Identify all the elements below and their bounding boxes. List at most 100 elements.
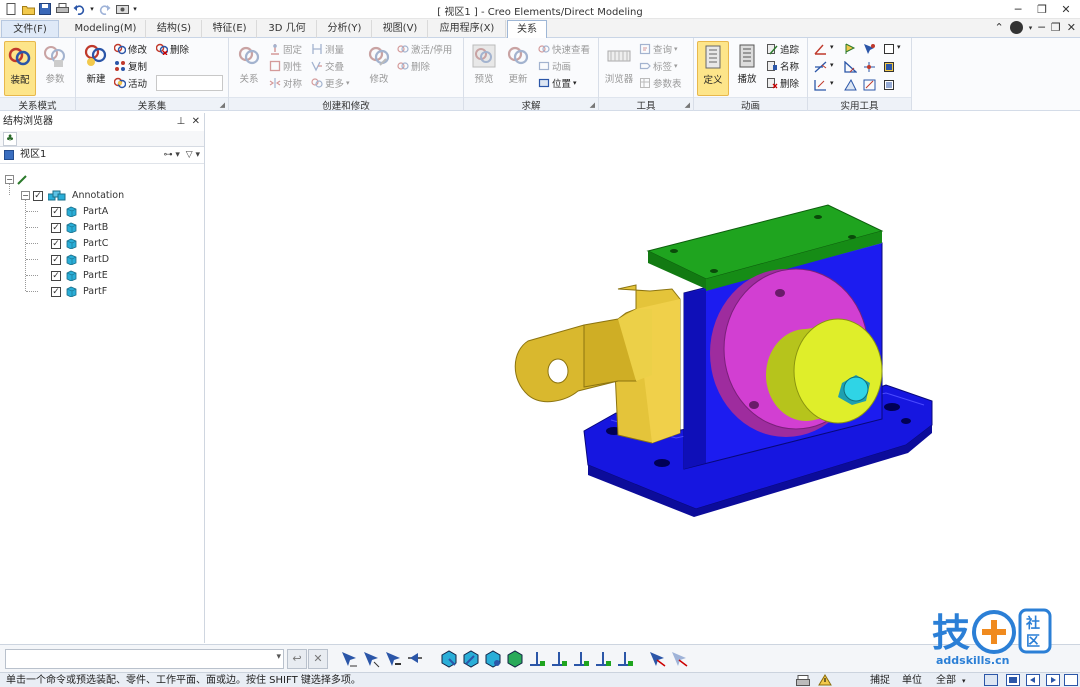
utility-calculator-icon[interactable] [883,79,895,91]
select-part-icon[interactable] [440,650,458,668]
restore-icon[interactable]: ❐ [1030,0,1054,19]
tree-node-annotation[interactable]: − ✓ Annotation [21,188,124,203]
view-icon[interactable] [984,674,998,686]
panel-close-icon[interactable]: ✕ [192,116,200,127]
clear-selection-icon[interactable] [670,650,688,668]
utility-line-dropdown-icon[interactable]: ▾ [830,61,834,69]
visibility-checkbox[interactable]: ✓ [51,254,61,265]
modify-relation-set-button[interactable]: 修改 [114,41,147,56]
select-face-icon[interactable] [362,650,380,668]
tree-node-part[interactable]: ✓ PartA [51,204,108,219]
utility-line-icon[interactable] [814,61,828,73]
select-layout-icon[interactable] [594,650,612,668]
utility-angle-dropdown-icon[interactable]: ▾ [830,43,834,51]
tab-relations[interactable]: 关系 [507,20,547,39]
utility-align-icon[interactable] [844,79,857,91]
name-button[interactable]: 名称 [766,58,799,73]
warning-icon[interactable] [818,674,832,686]
filter-icon[interactable]: ▽ ▾ [186,150,200,160]
select-2d-geometry-icon[interactable] [550,650,568,668]
select-workplane-icon[interactable] [528,650,546,668]
command-dropdown-icon[interactable]: ▾ [276,652,281,662]
utility-shape-icon[interactable] [814,79,828,91]
doc-restore-icon[interactable]: ❐ [1051,21,1061,34]
delete-relation-button[interactable]: 删除 [397,58,430,73]
tree-node-part[interactable]: ✓ PartC [51,236,108,251]
collapse-toggle-icon[interactable]: − [21,191,30,200]
collapse-toggle-icon[interactable]: − [5,175,14,184]
tree-root-node[interactable]: − [5,172,27,187]
utility-box-dropdown-icon[interactable]: ▾ [897,43,901,51]
utility-angle-icon[interactable] [814,43,828,55]
units-button[interactable]: 单位 [902,674,922,687]
visibility-checkbox[interactable]: ✓ [51,286,61,297]
tab-structure[interactable]: 结构(S) [147,20,202,38]
select-body-icon[interactable] [506,650,524,668]
snap-button[interactable]: 捕捉 [870,674,890,687]
tree-node-part[interactable]: ✓ PartF [51,284,107,299]
fix-button[interactable]: 固定 [269,41,302,56]
activate-deactivate-button[interactable]: 激活/停用 [397,41,452,56]
minimize-icon[interactable]: ─ [1006,0,1030,19]
active-relation-set-input[interactable] [156,75,223,91]
fullscreen-icon[interactable] [1064,674,1078,686]
tree-node-part[interactable]: ✓ PartE [51,268,108,283]
label-dropdown-icon[interactable]: ▾ [674,62,678,70]
command-input[interactable]: ▾ [5,649,284,669]
position-button[interactable]: 位置 ▾ [538,75,577,90]
filter-selection-icon[interactable] [648,650,666,668]
viewport-selector[interactable]: 视区1 ⊶ ▾ ▽ ▾ [0,147,204,164]
tree-node-part[interactable]: ✓ PartB [51,220,108,235]
select-edge-icon[interactable] [384,650,402,668]
new-relation-set-button[interactable]: 新建 [80,41,112,96]
assembly-model[interactable] [206,113,1080,643]
visibility-checkbox[interactable]: ✓ [33,190,43,201]
close-icon[interactable]: ✕ [1054,0,1078,19]
animate-button[interactable]: 动画 [538,58,571,73]
group-expand-icon[interactable]: ◢ [590,101,595,109]
preview-button[interactable]: 预览 [468,41,500,96]
filter-select[interactable]: 全部 [936,674,956,687]
visibility-checkbox[interactable]: ✓ [51,222,61,233]
tab-modeling[interactable]: Modeling(M) [66,20,146,38]
layout-icon[interactable] [1006,674,1020,686]
trace-button[interactable]: 追踪 [766,41,799,56]
utility-flag-icon[interactable] [844,43,856,55]
delete-relation-set-button[interactable]: 删除 [156,41,189,56]
visibility-checkbox[interactable]: ✓ [51,206,61,217]
utility-cursor-icon[interactable] [863,43,876,55]
play-animation-button[interactable]: 播放 [731,41,763,96]
quick-view-button[interactable]: 快速查看 [538,41,590,56]
copy-relation-set-button[interactable]: 复制 [114,58,147,73]
utility-arrows-icon[interactable] [863,61,876,73]
browser-button[interactable]: 浏览器 [603,41,635,96]
enter-command-button[interactable]: ↩ [287,649,307,669]
active-relation-set-button[interactable]: 活动 [114,75,147,90]
previous-icon[interactable] [1026,674,1040,686]
assembly-button[interactable]: 装配 [4,41,36,96]
select-workplane-set-icon[interactable] [572,650,590,668]
tab-3d-geometry[interactable]: 3D 几何 [258,20,317,38]
select-vertex-icon[interactable] [406,650,424,668]
filter-dropdown-icon[interactable]: ▾ [962,674,966,687]
help-icon[interactable]: ? [1009,21,1023,34]
utility-grid-icon[interactable] [883,61,895,73]
doc-minimize-icon[interactable]: ─ [1038,21,1045,34]
label-button[interactable]: 标签 ▾ [639,58,678,73]
visibility-checkbox[interactable]: ✓ [51,270,61,281]
utility-box-icon[interactable] [883,43,895,55]
printer-icon[interactable] [796,675,810,686]
query-button[interactable]: 查询 ▾ [639,41,678,56]
binoculars-icon[interactable]: ⊶ ▾ [164,150,180,160]
utility-shape-dropdown-icon[interactable]: ▾ [830,79,834,87]
pin-icon[interactable]: ⊥ [177,116,186,127]
parameter-table-button[interactable]: 参数表 [639,75,682,90]
utility-triangle-icon[interactable] [844,61,857,73]
position-dropdown-icon[interactable]: ▾ [573,79,577,87]
ribbon-collapse-icon[interactable]: ⌃ [995,21,1004,34]
relation-button[interactable]: 关系 [233,41,265,96]
query-dropdown-icon[interactable]: ▾ [674,45,678,53]
group-expand-icon[interactable]: ◢ [685,101,690,109]
select-assembly-icon[interactable] [462,650,480,668]
visibility-checkbox[interactable]: ✓ [51,238,61,249]
